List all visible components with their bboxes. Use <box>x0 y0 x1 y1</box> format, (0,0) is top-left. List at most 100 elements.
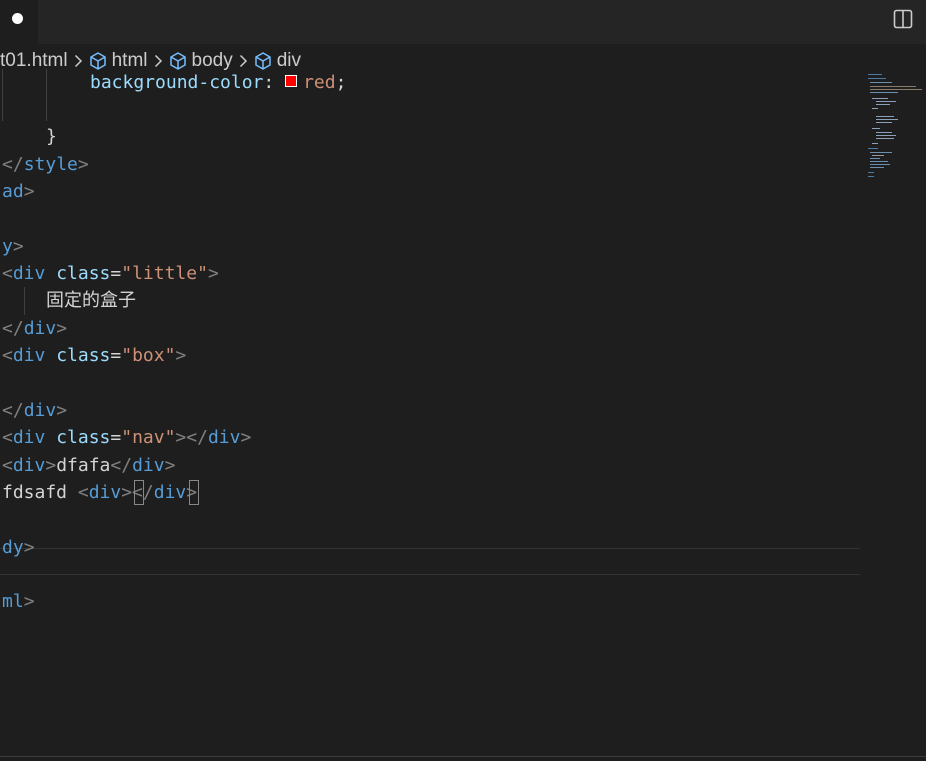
text-content: 固定的盒子 <box>46 290 136 311</box>
code-line: ml> <box>2 588 35 615</box>
code-line: background-color: red; <box>90 69 346 96</box>
tag-bracket: > <box>23 181 35 202</box>
code-line: y> <box>2 233 24 260</box>
tag-name: y <box>2 236 13 257</box>
minimap-line <box>868 148 878 149</box>
code-line: ad> <box>2 178 35 205</box>
chevron-right-icon <box>74 54 83 68</box>
attr-value: "nav" <box>121 427 176 448</box>
tag-bracket: </ <box>110 455 133 476</box>
tag-name: div <box>12 345 46 366</box>
minimap-line <box>876 101 896 102</box>
code-line: dy> <box>2 534 35 561</box>
tag-bracket: </ <box>2 318 24 339</box>
minimap-line <box>870 161 888 162</box>
minimap-line <box>868 74 882 75</box>
tag-name: div <box>153 482 187 503</box>
split-editor-icon[interactable] <box>893 9 913 29</box>
code-line: } <box>46 123 57 150</box>
css-property: background-color <box>90 72 264 93</box>
tab-bar <box>0 0 926 44</box>
tag-bracket: > <box>56 318 68 339</box>
tag-bracket: </ <box>2 154 24 175</box>
cube-icon <box>169 52 186 70</box>
tag-bracket: </ <box>2 400 24 421</box>
attr-name: class <box>56 427 111 448</box>
minimap-line <box>870 152 892 153</box>
minimap-line <box>876 116 894 117</box>
tag-name: div <box>88 482 122 503</box>
tag-name: div <box>207 427 241 448</box>
minimap-line <box>870 167 884 168</box>
code-editor[interactable]: background-color: red; } </style> ad> y>… <box>0 69 860 756</box>
tag-bracket: > <box>77 154 89 175</box>
code-line: </div> <box>2 315 67 342</box>
minimap-line <box>872 143 878 144</box>
indent-guide <box>46 69 47 121</box>
cube-icon <box>89 52 106 70</box>
tag-bracket: > <box>56 400 68 421</box>
code-line: <div class="nav"></div> <box>2 424 251 451</box>
minimap-line <box>870 92 898 93</box>
tag-bracket: < <box>2 263 13 284</box>
tag-name: div <box>23 318 57 339</box>
tag-bracket: < <box>2 345 13 366</box>
code-line: </style> <box>2 151 89 178</box>
css-value: red <box>303 72 336 93</box>
tag-name: dy <box>2 537 24 558</box>
code-line: 固定的盒子 <box>46 287 136 314</box>
tag-bracket: < <box>2 427 13 448</box>
code-line: <div class="box"> <box>2 342 186 369</box>
minimap[interactable] <box>866 72 926 182</box>
minimap-line <box>876 132 892 133</box>
minimap-line <box>870 158 880 159</box>
unsaved-dot-icon[interactable] <box>12 13 23 24</box>
chevron-right-icon <box>154 54 163 68</box>
tag-name: div <box>12 427 46 448</box>
minimap-line <box>868 176 874 177</box>
text-content: dfafa <box>56 455 111 476</box>
tag-bracket: > <box>23 537 35 558</box>
cube-icon <box>254 52 271 70</box>
code-line: <div>dfafa</div> <box>2 452 175 479</box>
attr-eq: = <box>110 427 122 448</box>
minimap-line <box>876 122 892 123</box>
minimap-line <box>872 155 884 156</box>
attr-eq: = <box>110 263 122 284</box>
code-line: </div> <box>2 397 67 424</box>
current-line-highlight <box>0 548 860 575</box>
minimap-line <box>872 128 880 129</box>
css-colon: : <box>263 72 286 93</box>
tag-bracket: > <box>23 591 35 612</box>
bracket-match-highlight <box>134 480 144 505</box>
code-line-current: fdsafd <div></div> <box>2 479 197 506</box>
indent-guide <box>24 287 25 315</box>
color-swatch-icon[interactable] <box>285 75 298 87</box>
close-brace: } <box>46 126 57 147</box>
active-tab[interactable] <box>0 0 38 44</box>
tag-name: div <box>12 455 46 476</box>
bracket-match-highlight <box>189 480 199 505</box>
tag-bracket: > <box>240 427 252 448</box>
attr-value: "box" <box>121 345 176 366</box>
css-semicolon: ; <box>335 72 347 93</box>
attr-name: class <box>56 345 111 366</box>
tag-bracket: < <box>77 482 89 503</box>
minimap-line <box>876 119 898 120</box>
tag-name: ad <box>2 181 24 202</box>
minimap-line <box>876 104 890 105</box>
minimap-line <box>876 138 894 139</box>
minimap-line <box>868 172 874 173</box>
tag-name: div <box>23 400 57 421</box>
minimap-line <box>870 89 922 90</box>
panel-divider <box>0 756 926 757</box>
code-line: <div class="little"> <box>2 260 219 287</box>
minimap-line <box>870 164 890 165</box>
tag-name: style <box>23 154 78 175</box>
tag-bracket: < <box>2 455 13 476</box>
attr-eq: = <box>110 345 122 366</box>
attr-name: class <box>56 263 111 284</box>
tag-bracket: > <box>12 236 24 257</box>
text-content: fdsafd <box>2 482 78 503</box>
tag-name: ml <box>2 591 24 612</box>
